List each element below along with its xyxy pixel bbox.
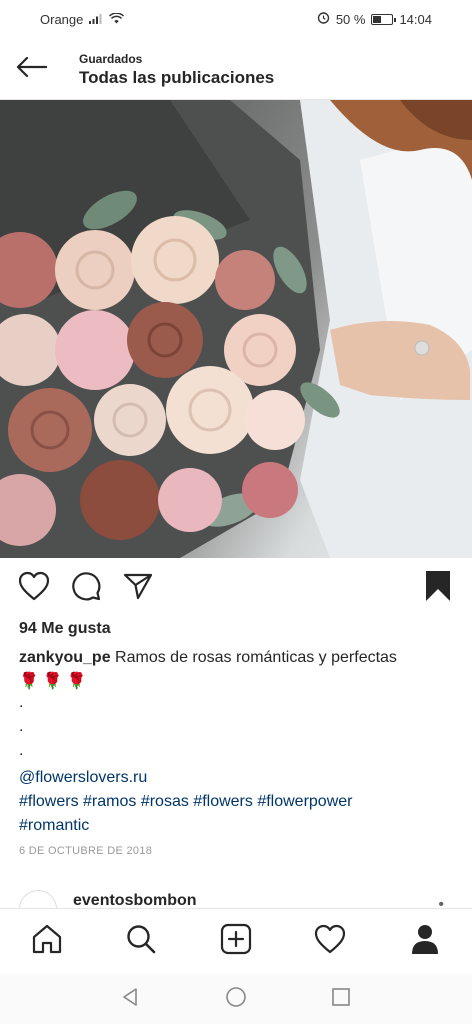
nav-home-button[interactable] (29, 923, 65, 959)
signal-icon (89, 12, 103, 27)
caption-dot: . (19, 742, 24, 759)
activity-heart-icon (314, 924, 346, 959)
search-icon (126, 924, 156, 959)
caption-text: Ramos de rosas románticas y perfectas (110, 649, 397, 666)
post-date: 6 DE OCTUBRE DE 2018 (19, 845, 153, 857)
battery-fill (373, 15, 382, 23)
back-button[interactable] (12, 52, 50, 86)
post-actions (0, 564, 472, 612)
header-subtitle: Guardados (79, 52, 143, 66)
system-nav-bar (0, 974, 472, 1024)
post-photo[interactable] (0, 100, 472, 558)
nav-activity-button[interactable] (312, 923, 348, 959)
android-recents-icon (331, 987, 351, 1012)
battery-icon (371, 13, 397, 25)
share-button[interactable] (120, 570, 156, 606)
nav-profile-button[interactable] (407, 923, 443, 959)
save-button[interactable] (420, 570, 456, 606)
post-caption: zankyou_pe Ramos de rosas románticas y p… (19, 646, 459, 838)
bouquet-illustration (0, 100, 472, 558)
like-button[interactable] (16, 570, 52, 606)
comment-icon (71, 571, 101, 606)
caption-dot: . (19, 718, 24, 735)
android-recents-button[interactable] (328, 986, 354, 1012)
bottom-nav (0, 908, 472, 974)
android-back-icon (120, 987, 140, 1012)
hashtags-line[interactable]: #romantic (19, 814, 459, 838)
heart-icon (18, 571, 50, 606)
android-back-button[interactable] (117, 986, 143, 1012)
profile-icon (410, 923, 440, 960)
clock: 14:04 (399, 11, 432, 27)
nav-search-button[interactable] (123, 923, 159, 959)
avatar[interactable] (19, 890, 57, 910)
android-home-button[interactable] (223, 986, 249, 1012)
page-title: Todas las publicaciones (79, 68, 275, 87)
battery-percent: 50 % (335, 11, 366, 27)
wifi-icon (109, 11, 125, 27)
caption-emojis: 🌹🌹🌹 (19, 673, 91, 690)
add-post-icon (220, 923, 252, 960)
mention-link[interactable]: @flowerslovers.ru (19, 766, 459, 790)
alarm-icon (317, 11, 330, 27)
home-icon (31, 924, 63, 959)
likes-count[interactable]: 94 Me gusta (19, 620, 111, 638)
header: Guardados Todas las publicaciones (0, 38, 472, 100)
bookmark-icon (425, 570, 451, 607)
nav-add-button[interactable] (218, 923, 254, 959)
next-post-header: eventosbombon • (0, 884, 472, 910)
share-icon (123, 572, 153, 605)
caption-username[interactable]: zankyou_pe (19, 649, 111, 666)
caption-dot: . (19, 694, 24, 711)
back-arrow-icon (15, 56, 48, 83)
hashtags-line[interactable]: #flowers #ramos #rosas #flowers #flowerp… (19, 790, 459, 814)
status-bar: Orange 50 % 14:04 (0, 0, 472, 38)
android-home-icon (225, 986, 247, 1013)
carrier-label: Orange (40, 11, 84, 27)
comment-button[interactable] (68, 570, 104, 606)
